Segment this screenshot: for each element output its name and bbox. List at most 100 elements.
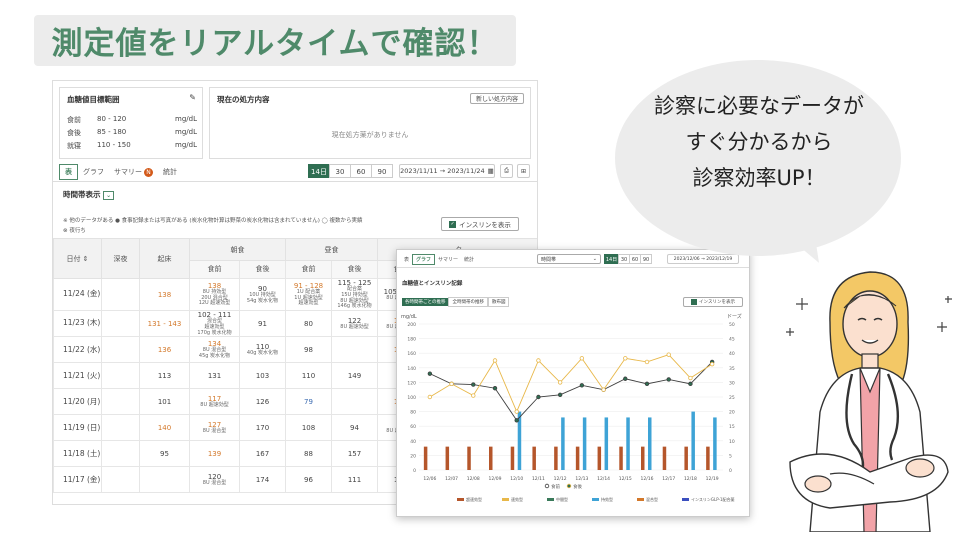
cell-lpre[interactable]: 79: [285, 388, 332, 416]
overlay-tab-stats[interactable]: 統計: [461, 255, 477, 264]
cell-lpost[interactable]: 149: [331, 362, 378, 390]
y-tick-label: 100: [407, 395, 416, 401]
cell-wake[interactable]: 138: [139, 277, 190, 312]
cell-bpre[interactable]: 102 - 111 混合型 超速効型 170g 炭水化物: [189, 310, 240, 338]
y2-tick-label: 15: [729, 424, 735, 430]
cell-lpost[interactable]: 157: [331, 440, 378, 468]
range-14[interactable]: 14日: [308, 164, 330, 178]
y2-tick-label: 5: [729, 453, 732, 459]
cell-wake[interactable]: 131 - 143: [139, 310, 190, 338]
cell-bpost[interactable]: 174: [239, 466, 286, 494]
cell-midnight[interactable]: [101, 388, 140, 416]
overlay-insulin-button[interactable]: インスリンを表示: [683, 297, 743, 307]
cell-midnight[interactable]: [101, 277, 140, 312]
y-tick-label: 80: [410, 410, 416, 416]
overlay-tab-graph[interactable]: グラフ: [412, 254, 436, 265]
overlay-tab-table[interactable]: 表: [401, 255, 412, 264]
cell-lpost[interactable]: [331, 388, 378, 416]
series-point: [514, 409, 519, 414]
pencil-icon[interactable]: ✎: [189, 93, 196, 102]
bubble-line-1: 診察に必要なデータが: [654, 94, 864, 118]
timeband-toggle[interactable]: 時間帯表示 ⌄: [63, 189, 115, 200]
y-tick-label: 180: [407, 337, 416, 343]
export-icon[interactable]: ⊞: [517, 164, 530, 178]
cell-lpost[interactable]: 115 - 125 配合薬 15U 持効型 8U 超速効型 146g 炭水化物: [331, 277, 378, 312]
insulin-toggle-button[interactable]: ✓ インスリンを表示: [441, 217, 519, 231]
y2-tick-label: 0: [729, 468, 732, 474]
print-icon[interactable]: ⎙: [500, 164, 513, 178]
cell-lpost[interactable]: 122 8U 超速効型: [331, 310, 378, 338]
cell-lpre[interactable]: 96: [285, 466, 332, 494]
legend-label: 持効型: [601, 496, 613, 502]
cell-bpost[interactable]: 126: [239, 388, 286, 416]
cell-wake[interactable]: 140: [139, 414, 190, 442]
range-90[interactable]: 90: [371, 164, 393, 178]
cell-lpre[interactable]: 91 - 128 1U 配合薬 1U 超速効型 超速効型: [285, 277, 332, 312]
cell-bpost[interactable]: 91: [239, 310, 286, 338]
cell-wake[interactable]: 136: [139, 336, 190, 364]
cell-midnight[interactable]: [101, 310, 140, 338]
cell-bpost[interactable]: 167: [239, 440, 286, 468]
subtab-by-time[interactable]: 各時間帯ごとの推移: [402, 298, 449, 306]
cell-bpost[interactable]: 170: [239, 414, 286, 442]
series-point: [514, 418, 519, 423]
cell-lpre[interactable]: 98: [285, 336, 332, 364]
target-label: 食前: [67, 116, 81, 124]
subtab-scatter[interactable]: 散布図: [487, 297, 510, 307]
cell-bpre[interactable]: 120 8U 混合型: [189, 466, 240, 494]
cell-midnight[interactable]: [101, 336, 140, 364]
bar-超速効型: [445, 446, 450, 470]
tab-stats[interactable]: 統計: [158, 165, 182, 179]
cell-bpre[interactable]: 138 8U 持効型 20U 混合型 12U 超速効型: [189, 277, 240, 312]
tab-summary[interactable]: サマリー N: [109, 165, 158, 179]
cell-lpre[interactable]: 108: [285, 414, 332, 442]
range-30[interactable]: 30: [329, 164, 351, 178]
cell-lpre[interactable]: 88: [285, 440, 332, 468]
overlay-range-14[interactable]: 14日: [604, 254, 619, 264]
x-tick-label: 12/18: [684, 476, 697, 482]
col-date[interactable]: 日付 ⇕: [53, 238, 102, 279]
cell-midnight[interactable]: [101, 362, 140, 390]
timeband-select[interactable]: 時間帯 ⌄: [537, 254, 601, 264]
cell-bpost[interactable]: 103: [239, 362, 286, 390]
new-prescription-button[interactable]: 新しい処方内容: [470, 93, 524, 104]
tab-graph[interactable]: グラフ: [78, 165, 109, 179]
prescription-title: 現在の処方内容: [217, 95, 270, 104]
bubble-line-3: 診察効率UP！: [692, 166, 826, 190]
cell-bpre[interactable]: 127 8U 混合型: [189, 414, 240, 442]
cell-lpre[interactable]: 110: [285, 362, 332, 390]
cell-bpost[interactable]: 90 10U 持効型 54g 炭水化物: [239, 277, 286, 312]
series-point: [492, 358, 498, 363]
cell-wake[interactable]: [139, 466, 190, 494]
cell-midnight[interactable]: [101, 466, 140, 494]
overlay-range-90[interactable]: 90: [640, 254, 652, 264]
cell-lpre[interactable]: 80: [285, 310, 332, 338]
cell-bpre[interactable]: 139: [189, 440, 240, 468]
date-range-picker[interactable]: 2023/11/11 → 2023/11/24 ▦: [399, 164, 495, 178]
cell-bpost[interactable]: 110 40g 炭水化物: [239, 336, 286, 364]
cell-bpre[interactable]: 134 8U 混合型 45g 炭水化物: [189, 336, 240, 364]
legend-note-2: ⊗ 夜行ち: [63, 228, 86, 234]
x-tick-label: 12/15: [619, 476, 632, 482]
cell-lpost[interactable]: 111: [331, 466, 378, 494]
cell-wake[interactable]: 101: [139, 388, 190, 416]
x-tick-label: 12/16: [641, 476, 654, 482]
subtab-all[interactable]: 全時間帯の推移: [448, 297, 488, 307]
cell-wake[interactable]: 113: [139, 362, 190, 390]
cell-midnight[interactable]: [101, 440, 140, 468]
headline: 測定値をリアルタイムで確認！: [34, 15, 516, 66]
range-60[interactable]: 60: [350, 164, 372, 178]
cell-bpre[interactable]: 131: [189, 362, 240, 390]
cell-midnight[interactable]: [101, 414, 140, 442]
cell-lpost[interactable]: 94: [331, 414, 378, 442]
y-tick-label: 40: [410, 439, 416, 445]
overlay-date-range[interactable]: 2023/12/06 → 2023/12/19: [667, 254, 739, 264]
cell-wake[interactable]: 95: [139, 440, 190, 468]
y2-tick-label: 40: [729, 351, 735, 357]
cell-lpost[interactable]: [331, 336, 378, 364]
x-tick-label: 12/10: [510, 476, 523, 482]
y-tick-label: 20: [410, 453, 416, 459]
tab-table[interactable]: 表: [59, 164, 78, 180]
cell-bpre[interactable]: 117 8U 超速効型: [189, 388, 240, 416]
overlay-tab-summary[interactable]: サマリー: [435, 255, 461, 264]
